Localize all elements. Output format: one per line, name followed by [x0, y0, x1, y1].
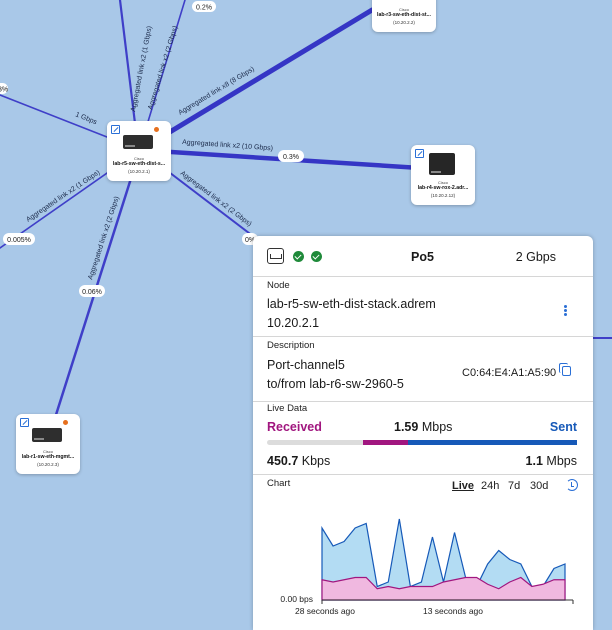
received-bar	[363, 440, 408, 445]
node-ip: (10.20.2.3)	[37, 462, 59, 467]
open-external-icon[interactable]	[415, 149, 424, 158]
svg-text:3%: 3%	[0, 87, 8, 94]
node-name: lab-r5-sw-eth-dist-s...	[112, 161, 166, 167]
traffic-chart: 0.00 bps 28 seconds ago 13 seconds ago	[280, 518, 574, 616]
description-detail: to/from lab-r6-sw-2960-5	[267, 377, 404, 391]
divider	[253, 401, 593, 402]
utilization-badge: 3%	[0, 83, 8, 94]
sent-unit: Mbps	[546, 454, 577, 468]
sent-throughput: 1.1 Mbps	[526, 454, 577, 468]
sent-value: 1.1	[525, 454, 543, 468]
utilization-badge: 0.06%	[79, 285, 105, 297]
status-ok-icon	[311, 251, 322, 262]
device-node[interactable]: Cisco lab-r5-sw-eth-dist-s... (10.20.2.1…	[107, 121, 171, 181]
device-node[interactable]: Cisco lab-r4-sw-rox-2.adr... (10.20.2.12…	[411, 145, 475, 205]
svg-text:0.2%: 0.2%	[196, 5, 212, 12]
x-tick-label: 13 seconds ago	[423, 606, 483, 616]
link-label: Aggregated link x2 (2 Gbps)	[87, 196, 121, 281]
tab-live[interactable]: Live	[452, 480, 474, 492]
link-label: Aggregated link x2 (2 Gbps)	[179, 170, 253, 228]
description-text: Port-channel5	[267, 358, 345, 372]
switch-icon	[32, 428, 62, 442]
panel-title: Po5	[411, 250, 434, 264]
sent-bar	[407, 440, 577, 445]
chart-areas	[321, 518, 566, 601]
link-details-panel: Po5 2 Gbps Node lab-r5-sw-eth-dist-stack…	[253, 236, 593, 630]
node-name[interactable]: lab-r5-sw-eth-dist-stack.adrem	[267, 297, 436, 311]
sent-label: Sent	[549, 420, 577, 434]
more-options-icon[interactable]	[564, 305, 567, 317]
open-external-icon[interactable]	[111, 125, 120, 134]
received-label: Received	[267, 420, 322, 434]
tab-7d[interactable]: 7d	[508, 480, 520, 492]
link-speed: 2 Gbps	[515, 250, 556, 264]
divider	[253, 336, 593, 337]
open-external-icon[interactable]	[20, 418, 29, 427]
utilization-badge: 0.2%	[192, 1, 216, 12]
throughput-bar	[267, 440, 577, 445]
chart-section-label: Chart	[267, 478, 291, 489]
node-name: lab-r1-sw-eth-mgmt...	[21, 454, 75, 460]
total-unit: Mbps	[421, 420, 453, 434]
port-icon	[267, 248, 284, 264]
switch-icon	[123, 135, 153, 149]
divider	[253, 474, 593, 475]
node-ip: 10.20.2.1	[267, 316, 320, 330]
alert-dot-icon	[154, 127, 159, 132]
link-label: Aggregated link x2 (1 Gbps)	[25, 169, 101, 224]
tab-24h[interactable]: 24h	[481, 480, 499, 492]
node-ip: (10.20.2.2)	[393, 20, 415, 25]
status-ok-icon	[293, 251, 304, 262]
divider	[253, 276, 593, 277]
mac-address: C0:64:E4:A1:A5:90	[462, 367, 557, 379]
link-label: Aggregated link x2 (10 Gbps)	[182, 139, 273, 152]
total-throughput: 1.59 Mbps	[394, 420, 452, 434]
alert-dot-icon	[63, 420, 68, 425]
svg-text:0.005%: 0.005%	[7, 237, 31, 244]
utilization-badge: 0.3%	[278, 150, 304, 162]
device-node[interactable]: Cisco lab-r3-sw-eth-dist-st... (10.20.2.…	[372, 0, 436, 32]
tab-30d[interactable]: 30d	[530, 480, 548, 492]
node-name: lab-r4-sw-rox-2.adr...	[417, 185, 469, 191]
svg-text:0.06%: 0.06%	[82, 289, 102, 296]
link-label: 1 Gbps	[74, 111, 98, 126]
node-name: lab-r3-sw-eth-dist-st...	[377, 12, 431, 18]
link-label: Aggregated link x8 (8 Gbps)	[177, 66, 255, 117]
received-unit: Kbps	[301, 454, 331, 468]
node-ip: (10.20.2.12)	[430, 193, 456, 198]
live-data-section-label: Live Data	[267, 403, 308, 414]
received-value: 450.7	[267, 454, 299, 468]
node-ip: (10.20.2.1)	[128, 169, 150, 174]
x-tick-label: 28 seconds ago	[295, 606, 355, 616]
history-icon[interactable]	[566, 479, 578, 491]
switch-icon	[429, 153, 455, 175]
utilization-badge: 0.005%	[3, 233, 35, 245]
node-section-label: Node	[267, 280, 290, 291]
total-value: 1.59	[394, 420, 419, 434]
link-label: Aggregated link x2 (2 Gbps)	[147, 25, 179, 110]
copy-icon[interactable]	[559, 363, 571, 376]
svg-text:0.3%: 0.3%	[283, 154, 299, 161]
received-throughput: 450.7 Kbps	[267, 454, 330, 468]
device-node[interactable]: Cisco lab-r1-sw-eth-mgmt... (10.20.2.3)	[16, 414, 80, 474]
y-tick-label: 0.00 bps	[280, 594, 313, 604]
description-section-label: Description	[267, 340, 315, 351]
